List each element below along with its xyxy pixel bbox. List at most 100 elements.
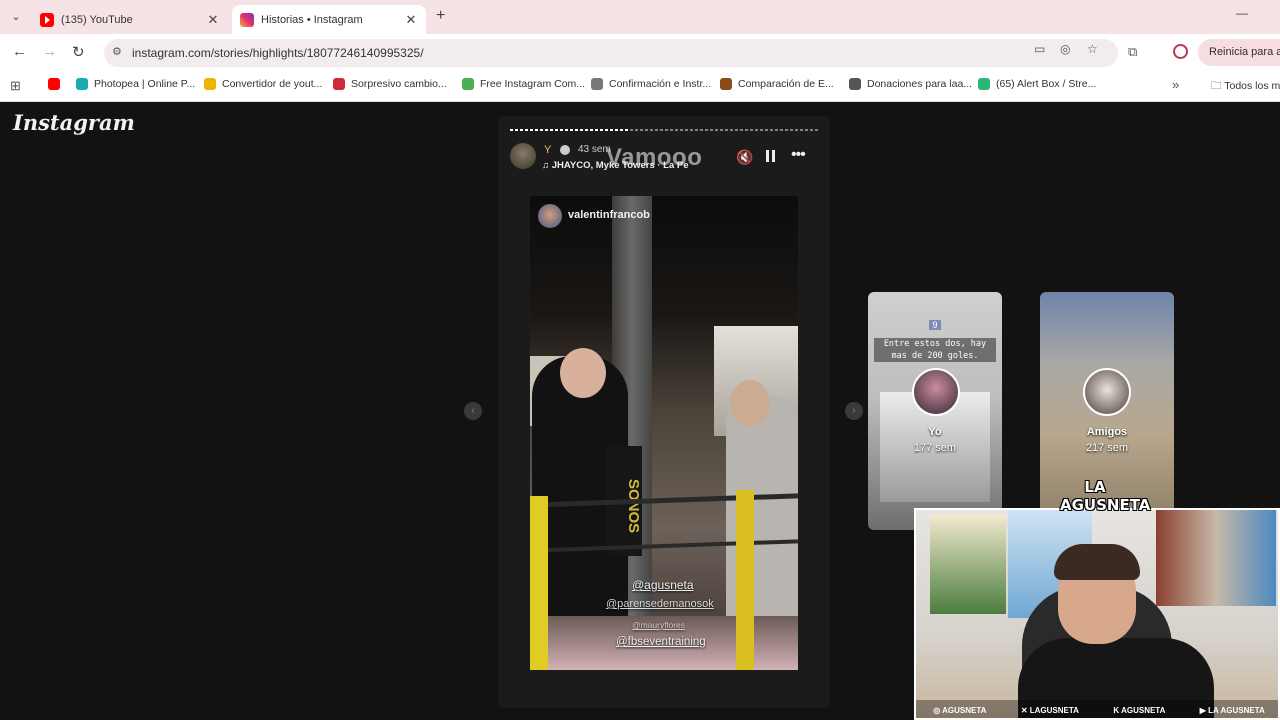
kick-handle: K AGUSNETA [1113,705,1166,715]
tab-youtube[interactable]: (135) YouTube ✕ [32,5,228,34]
back-icon[interactable]: ← [12,43,27,60]
mention-tag[interactable]: @mauryflores [632,620,685,630]
x-handle: ✕ LAGUSNETA [1020,705,1079,715]
bookmarks-bar: ⊞ Photopea | Online P... Convertidor de … [0,71,1280,102]
story-viewer[interactable]: Y 43 sem ♫ JHAYCO, Myke Towers · La Pe V… [498,116,830,708]
story-caption: Vamooo [606,144,703,171]
url-text: instagram.com/stories/highlights/1807724… [132,46,424,60]
minimize-icon[interactable]: — [1236,6,1248,20]
all-bookmarks-folder[interactable]: 🗀 Todos los m [1211,78,1280,96]
handle-text: AGUSNETA [1121,705,1166,715]
tracking-blocked-icon[interactable]: ◎ [1060,42,1070,56]
bookmark-item[interactable]: Sorpresivo cambio... [333,78,447,90]
youtube-icon [48,78,60,90]
wall-poster [930,514,1006,614]
photo-boxer-head [560,348,606,398]
highlight-card-yo[interactable]: 9 Entre estos dos, hay mas de 200 goles.… [868,292,1002,530]
bookmark-label: (65) Alert Box / Stre... [996,78,1097,90]
mention-tag[interactable]: @agusneta [632,578,694,592]
streamer-hair [1054,544,1140,580]
avatar [1083,368,1131,416]
photo-ring-post [530,496,548,670]
bookmark-label: Donaciones para laa... [867,78,973,90]
extensions-icon[interactable]: ⧉ [1128,44,1137,60]
bookmark-item[interactable]: (65) Alert Box / Stre... [978,78,1096,90]
bookmark-item[interactable]: Free Instagram Com... [462,78,585,90]
more-bookmarks-icon[interactable]: » [1172,77,1179,92]
bookmark-label: Comparación de E... [738,78,834,90]
close-tab-icon[interactable]: ✕ [206,12,220,28]
news-icon [333,78,345,90]
bookmark-label: Photopea | Online P... [94,78,196,90]
site-info-icon[interactable]: ⚙ [112,45,122,58]
folder-icon [204,78,216,90]
mute-icon[interactable]: 🔇 [736,149,753,166]
tab-instagram[interactable]: Historias • Instagram ✕ [232,5,426,34]
site-icon [849,78,861,90]
bookmark-item[interactable]: Convertidor de yout... [204,78,322,90]
youtube-handle: ▶ LA AGUSNETA [1199,705,1265,715]
avatar[interactable] [510,143,536,169]
tab-title: (135) YouTube [61,13,133,26]
bookmark-item[interactable]: Photopea | Online P... [76,78,195,90]
relaunch-button[interactable]: Reinicia para act [1198,39,1280,66]
apps-grid-icon[interactable]: ⊞ [10,78,21,94]
install-app-icon[interactable]: ▭ [1034,42,1045,56]
photo-ring-post [736,490,754,670]
reposted-username[interactable]: valentinfrancob [568,209,650,221]
bookmark-youtube[interactable] [48,78,66,90]
site-icon [720,78,732,90]
link-icon [591,78,603,90]
pause-icon[interactable] [766,150,775,162]
address-bar[interactable]: ⚙ instagram.com/stories/highlights/18077… [104,39,1118,67]
forward-icon[interactable]: → [42,43,57,60]
verified-icon [560,145,570,155]
tab-bar: ⌄ (135) YouTube ✕ Historias • Instagram … [0,0,1280,34]
instagram-handle: ◎ AGUSNETA [933,705,987,715]
bookmark-label: Convertidor de yout... [222,78,323,90]
photopea-icon [76,78,88,90]
instagram-icon [240,12,254,27]
progress-fill [510,129,630,131]
tab-title: Historias • Instagram [261,13,363,26]
reload-icon[interactable]: ↻ [72,43,85,61]
handle-text: LAGUSNETA [1029,705,1079,715]
close-tab-icon[interactable]: ✕ [404,12,418,28]
bookmark-item[interactable]: Comparación de E... [720,78,834,90]
avatar [912,368,960,416]
bookmark-item[interactable]: Donaciones para laa... [849,78,972,90]
story-photo: SONOS valentinfrancob @agusneta @parense… [530,196,798,670]
profile-icon[interactable] [1173,44,1188,59]
highlight-title: Amigos [1086,426,1128,438]
reposted-avatar[interactable] [538,204,562,228]
streamlabs-icon [978,78,990,90]
folder-label: Todos los m [1224,80,1280,92]
highlight-number: 9 [929,320,941,330]
wall-poster [1156,510,1276,606]
highlight-title: Yo [928,426,942,438]
bookmark-label: Confirmación e Instr... [609,78,712,90]
highlight-time: 217 sem [1085,442,1129,454]
next-story-icon[interactable]: › [845,402,863,420]
bookmark-label: Free Instagram Com... [480,78,586,90]
bookmark-star-icon[interactable]: ☆ [1087,42,1098,56]
mention-tag[interactable]: @parensedemanosok [606,598,714,610]
toolbar: ← → ↻ ⚙ instagram.com/stories/highlights… [0,34,1280,71]
youtube-icon [40,12,54,27]
previous-story-icon[interactable]: ‹ [464,402,482,420]
bookmark-label: Sorpresivo cambio... [351,78,447,90]
streamer-logo: LA AGUSNETA [1060,478,1151,514]
tab-search-icon[interactable]: ⌄ [6,7,26,27]
handle-text: AGUSNETA [942,705,987,715]
new-tab-icon[interactable]: + [436,7,445,25]
story-progress-bar [510,129,818,131]
mention-tag[interactable]: @fbseventraining [616,636,706,648]
w-icon [462,78,474,90]
webcam-overlay: ◎ AGUSNETA ✕ LAGUSNETA K AGUSNETA ▶ LA A… [914,508,1280,720]
photo-trainer-head [730,380,770,426]
more-options-icon[interactable]: ••• [791,146,806,164]
instagram-logo[interactable]: Instagram [13,110,135,135]
trophy-icon: Y [544,144,552,156]
bookmark-item[interactable]: Confirmación e Instr... [591,78,711,90]
highlight-time: 177 sem [913,442,957,454]
